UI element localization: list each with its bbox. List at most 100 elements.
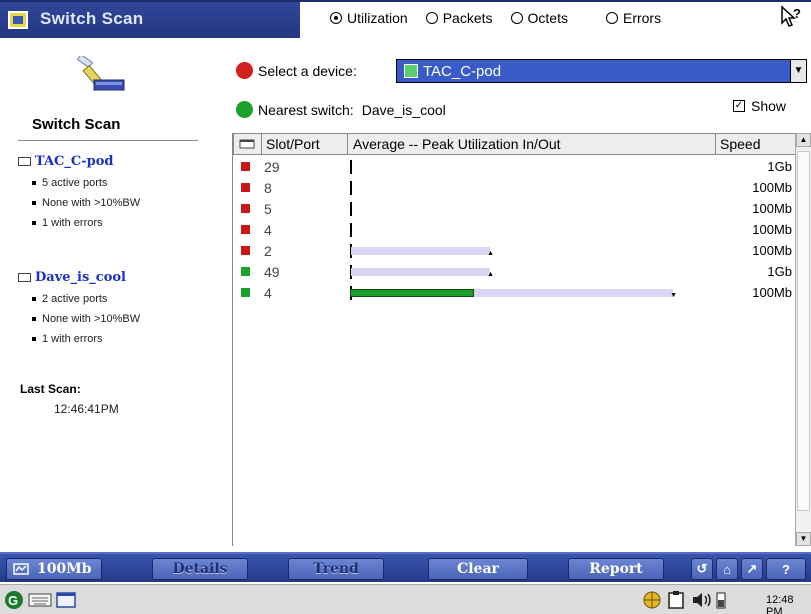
nearest-switch-label: Nearest switch:: [258, 101, 354, 118]
port-status-icon: [241, 267, 250, 276]
radio-dot-icon: [510, 12, 523, 24]
clear-button[interactable]: Clear: [428, 558, 528, 580]
radio-octets[interactable]: Octets: [510, 10, 568, 26]
report-button[interactable]: Report: [568, 558, 664, 580]
table-header: Slot/Port Average -- Peak Utilization In…: [233, 133, 796, 155]
table-row[interactable]: 4 ▼ 100Mb: [233, 283, 796, 304]
port-status-icon: [241, 204, 250, 213]
radio-label: Utilization: [347, 10, 408, 26]
left-summary-panel: Switch Scan TAC_C-pod 5 active ports Non…: [0, 38, 216, 546]
radio-errors[interactable]: Errors: [605, 10, 662, 26]
table-row[interactable]: 8 100Mb: [233, 178, 796, 199]
mode-radio-group: Utilization Packets Octets Errors: [330, 10, 679, 26]
radio-dot-icon: [605, 12, 618, 24]
keyboard-icon[interactable]: [28, 590, 52, 610]
details-button[interactable]: Details: [152, 558, 248, 580]
col-utilization[interactable]: Average -- Peak Utilization In/Out: [353, 136, 561, 152]
bullet-icon: [32, 201, 36, 205]
table-row[interactable]: 29 1Gb: [233, 157, 796, 178]
speed-cell: 1Gb: [767, 159, 792, 174]
os-taskbar: G 12:48 PM: [0, 584, 811, 614]
battery-icon[interactable]: [716, 590, 726, 610]
nearest-switch-indicator: [236, 101, 253, 118]
peak-marker-icon: ▲: [487, 271, 495, 278]
speaker-icon[interactable]: [690, 590, 714, 610]
slot-port-cell: 4: [264, 285, 272, 301]
panel-title: Switch Scan: [32, 116, 121, 133]
stat-text: 1 with errors: [42, 217, 103, 229]
port-status-icon: [241, 162, 250, 171]
device-select-value: TAC_C-pod: [423, 62, 502, 80]
list-item: 1 with errors: [32, 333, 140, 345]
average-utilization-bar: [350, 289, 475, 297]
table-row[interactable]: 2 ▲ 100Mb: [233, 241, 796, 262]
help-pointer-icon[interactable]: ?: [780, 5, 802, 35]
network-globe-icon[interactable]: [642, 590, 662, 610]
radio-utilization[interactable]: Utilization: [330, 10, 408, 26]
bullet-icon: [32, 297, 36, 301]
start-icon[interactable]: G: [4, 590, 24, 610]
clock[interactable]: 12:48 PM: [766, 594, 811, 614]
clipboard-icon[interactable]: [666, 590, 686, 610]
radio-packets[interactable]: Packets: [425, 10, 493, 26]
col-slot-port[interactable]: Slot/Port: [266, 136, 320, 152]
help-button-icon[interactable]: ?: [766, 558, 806, 580]
window-icon[interactable]: [56, 590, 76, 610]
show-checkbox-label: Show: [751, 98, 787, 114]
table-scrollbar[interactable]: ▲ ▼: [795, 133, 811, 546]
slot-port-cell: 2: [264, 243, 272, 259]
speed-cell: 100Mb: [752, 243, 792, 258]
title-bar: Switch Scan Utilization Packets Octets E…: [0, 0, 811, 38]
port-utilization-table: Slot/Port Average -- Peak Utilization In…: [232, 133, 811, 546]
device-name: TAC_C-pod: [35, 154, 114, 169]
port-status-icon: [241, 225, 250, 234]
utilization-baseline: [350, 160, 352, 174]
bottom-toolbar: 100Mb Details Trend Clear Report ↺ ⌂ ↗ ?: [0, 552, 811, 582]
device-link[interactable]: TAC_C-pod: [18, 154, 140, 169]
slot-port-cell: 4: [264, 222, 272, 238]
speed-cell: 1Gb: [767, 264, 792, 279]
chevron-down-icon[interactable]: ▼: [790, 60, 806, 82]
table-row[interactable]: 49 ▲ 1Gb: [233, 262, 796, 283]
speed-button[interactable]: 100Mb: [6, 558, 102, 580]
slot-port-cell: 5: [264, 201, 272, 217]
home-icon[interactable]: ⌂: [716, 558, 738, 580]
scroll-thumb[interactable]: [797, 151, 810, 511]
device-select-label: Select a device:: [258, 62, 357, 79]
table-row[interactable]: 4 100Mb: [233, 220, 796, 241]
speed-cell: 100Mb: [752, 180, 792, 195]
bullet-icon: [32, 181, 36, 185]
list-item: None with >10%BW: [32, 313, 140, 325]
device-link[interactable]: Dave_is_cool: [18, 270, 140, 285]
device-icon: [18, 157, 31, 166]
column-menu-icon[interactable]: [238, 135, 258, 154]
scroll-down-icon[interactable]: ▼: [796, 532, 811, 546]
show-checkbox[interactable]: ✓ Show: [733, 98, 786, 114]
stat-text: 1 with errors: [42, 333, 103, 345]
last-scan-time: 12:46:41PM: [54, 402, 119, 416]
device-name: Dave_is_cool: [35, 270, 126, 285]
stat-text: None with >10%BW: [42, 313, 141, 325]
back-icon[interactable]: ↺: [691, 558, 713, 580]
slot-port-cell: 49: [264, 264, 280, 280]
trend-button[interactable]: Trend: [288, 558, 384, 580]
peak-utilization-bar: [351, 268, 491, 276]
column-divider: [715, 134, 716, 154]
list-item: 1 with errors: [32, 217, 140, 229]
panel-divider: [18, 140, 198, 141]
svg-text:?: ?: [793, 6, 801, 21]
list-item: 2 active ports: [32, 293, 140, 305]
device-select-dropdown[interactable]: TAC_C-pod ▼: [396, 59, 807, 83]
table-row[interactable]: 5 100Mb: [233, 199, 796, 220]
column-divider: [347, 134, 348, 154]
stat-text: None with >10%BW: [42, 197, 141, 209]
tools-icon[interactable]: ↗: [741, 558, 763, 580]
scroll-up-icon[interactable]: ▲: [796, 133, 811, 147]
slot-port-cell: 29: [264, 159, 280, 175]
device-summary: TAC_C-pod 5 active ports None with >10%B…: [18, 154, 140, 237]
radio-label: Octets: [527, 10, 568, 26]
col-speed[interactable]: Speed: [720, 136, 760, 152]
app-icon[interactable]: [8, 11, 28, 29]
radio-label: Errors: [622, 10, 662, 26]
speed-icon: [13, 563, 29, 575]
